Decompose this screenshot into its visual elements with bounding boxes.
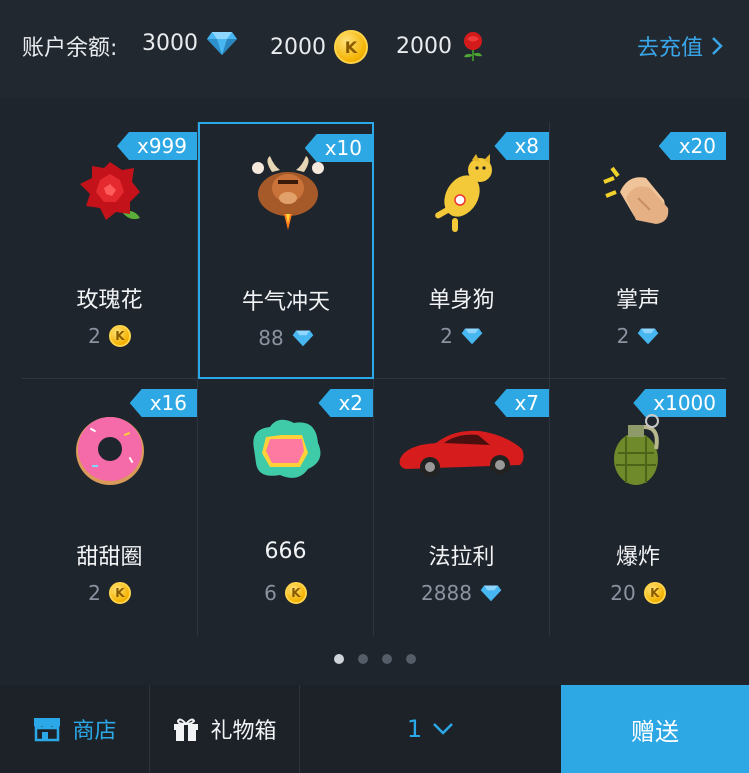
- gift-badge: x2: [318, 389, 373, 417]
- 666-icon: [253, 419, 321, 478]
- diamond-icon: [480, 585, 502, 602]
- gift-price: 6 K: [198, 581, 373, 605]
- page-dot[interactable]: [405, 654, 416, 664]
- bull-icon: [252, 156, 324, 230]
- gift-cell-selected[interactable]: x10 牛气冲天 88: [198, 122, 374, 379]
- gift-price: 88: [200, 326, 372, 350]
- coin-icon: K: [108, 325, 131, 347]
- gift-grid: x999 玫瑰花 2 K x10 牛气冲天 88 x8 单身狗 2 x20 掌声…: [22, 122, 727, 636]
- gift-badge: x8: [494, 132, 549, 160]
- grenade-icon: [614, 414, 659, 485]
- price-value: 2: [440, 324, 453, 348]
- gift-name: 掌声: [615, 288, 660, 313]
- coin-amount: 2000: [270, 34, 326, 60]
- donut-icon: [76, 417, 144, 485]
- gift-box-icon: [174, 718, 199, 741]
- giftbox-label: 礼物箱: [210, 719, 277, 744]
- send-button[interactable]: 赠送: [561, 685, 749, 773]
- gift-cell[interactable]: x999 玫瑰花 2 K: [22, 122, 198, 379]
- car-icon: [399, 430, 524, 477]
- send-label: 赠送: [631, 717, 679, 746]
- price-value: 2888: [421, 581, 472, 605]
- gift-cell[interactable]: x2 666 6 K: [198, 379, 374, 636]
- chevron-right-icon: [712, 37, 723, 55]
- dog-icon: [435, 154, 492, 232]
- price-value: 88: [258, 326, 284, 350]
- quantity-selector[interactable]: 1: [300, 685, 561, 773]
- rose-balance: 2000: [396, 30, 486, 62]
- page-dot-active[interactable]: [333, 654, 344, 664]
- gift-cell[interactable]: x1000 爆炸 20 K: [550, 379, 726, 636]
- gift-price: 20 K: [550, 581, 726, 605]
- price-value: 20: [610, 581, 636, 605]
- bottom-bar: 商店 礼物箱 1 赠送: [0, 685, 749, 773]
- store-icon: [34, 718, 61, 742]
- rose-amount: 2000: [396, 33, 452, 59]
- gift-name: 爆炸: [615, 545, 660, 570]
- coin-icon: K: [643, 582, 666, 604]
- gift-name: 单身狗: [428, 288, 495, 313]
- rose-icon: [80, 162, 140, 220]
- chevron-down-icon: [433, 723, 454, 735]
- clap-icon: [603, 166, 669, 224]
- quantity-value: 1: [406, 715, 423, 743]
- gift-name: 牛气冲天: [241, 290, 330, 315]
- diamond-icon: [292, 330, 314, 347]
- rose-icon: [464, 32, 482, 61]
- coin-icon: K: [108, 582, 131, 604]
- gift-name: 法拉利: [428, 545, 495, 570]
- gift-cell[interactable]: x8 单身狗 2: [374, 122, 550, 379]
- gift-price: 2: [550, 324, 726, 348]
- price-value: 2: [88, 581, 101, 605]
- price-value: 6: [264, 581, 277, 605]
- gift-name: 玫瑰花: [76, 288, 143, 313]
- diamond-icon: [461, 328, 483, 345]
- giftbox-tab[interactable]: 礼物箱: [150, 685, 300, 773]
- diamond-icon: [638, 328, 659, 345]
- diamond-icon: [207, 32, 237, 55]
- page-indicator: [0, 654, 749, 664]
- recharge-label: 去充值: [636, 36, 703, 61]
- coin-icon: K: [284, 582, 307, 604]
- gift-price: 2888: [374, 581, 549, 605]
- coin-icon: K: [334, 30, 368, 64]
- gift-price: 2: [374, 324, 549, 348]
- diamond-amount: 3000: [142, 30, 198, 56]
- gift-cell[interactable]: x16 甜甜圈 2 K: [22, 379, 198, 636]
- gift-price: 2 K: [22, 581, 197, 605]
- page-dot[interactable]: [357, 654, 368, 664]
- gift-name: 666: [264, 539, 307, 564]
- balance-label: 账户余额:: [22, 36, 118, 61]
- diamond-balance: 3000: [142, 30, 238, 56]
- recharge-link[interactable]: 去充值: [637, 30, 723, 62]
- gift-cell[interactable]: x7 法拉利 2888: [374, 379, 550, 636]
- gift-name: 甜甜圈: [76, 545, 143, 570]
- gift-price: 2 K: [22, 324, 197, 348]
- price-value: 2: [616, 324, 630, 348]
- coin-balance: 2000 K: [270, 30, 368, 64]
- page-dot[interactable]: [381, 654, 392, 664]
- balance-bar: 账户余额: 3000 2000 K 2000 去充值: [0, 0, 749, 98]
- store-tab[interactable]: 商店: [0, 685, 150, 773]
- price-value: 2: [88, 324, 101, 348]
- store-label: 商店: [72, 719, 117, 744]
- gift-cell[interactable]: x20 掌声 2: [550, 122, 726, 379]
